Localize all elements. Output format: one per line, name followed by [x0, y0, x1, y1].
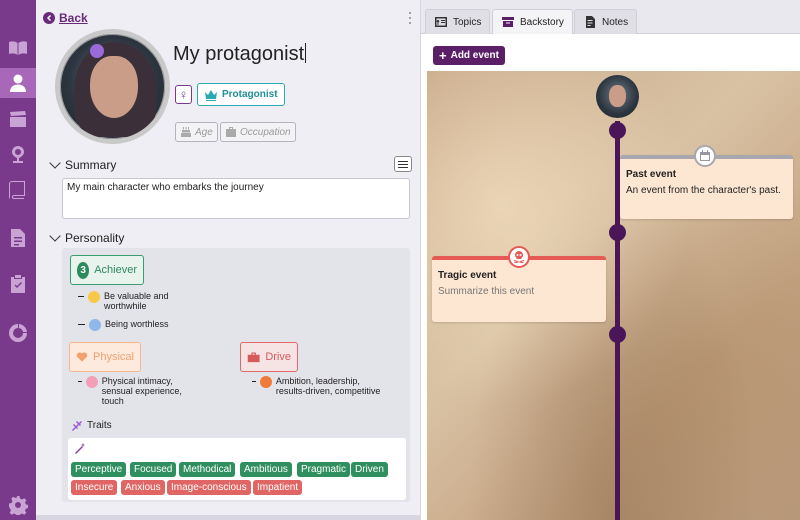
cake-icon	[181, 127, 191, 137]
tab-backstory[interactable]: Backstory	[492, 9, 573, 34]
trait-pill-negative[interactable]: Image-conscious	[167, 480, 251, 495]
character-panel: Back My protagonist ♀ Protagonist Age Oc…	[36, 0, 421, 520]
trait-pill-positive[interactable]: Focused	[130, 462, 177, 477]
relieved-face-icon	[88, 291, 100, 303]
magic-wand-icon[interactable]	[74, 443, 86, 455]
event-description: An event from the character's past.	[626, 185, 781, 196]
event-card[interactable]: Tragic event Summarize this event	[432, 246, 606, 322]
occupation-field[interactable]: Occupation	[220, 122, 296, 142]
horizontal-scrollbar[interactable]	[36, 515, 421, 520]
trait-pill-positive[interactable]: Ambitious	[240, 462, 292, 477]
note-icon	[586, 16, 595, 28]
trait-pill-positive[interactable]: Methodical	[179, 462, 236, 477]
dna-icon	[72, 421, 82, 431]
tab-topics[interactable]: Topics	[425, 9, 491, 34]
trait-pill-negative[interactable]: Impatient	[253, 480, 303, 495]
backstory-timeline: Past event An event from the character's…	[427, 71, 800, 520]
back-link[interactable]: Back	[43, 11, 88, 25]
character-name-input[interactable]: My protagonist	[173, 43, 307, 66]
chart-donut-icon[interactable]	[0, 318, 36, 348]
summary-section-toggle[interactable]: Summary	[49, 157, 116, 172]
trait-pill-positive[interactable]: Perceptive	[71, 462, 127, 477]
heart-icon	[76, 352, 88, 362]
chevron-down-icon	[49, 230, 61, 242]
briefcase-icon	[226, 127, 236, 137]
timeline-node[interactable]	[609, 224, 626, 241]
age-field[interactable]: Age	[175, 122, 218, 142]
back-label[interactable]: Back	[59, 11, 88, 25]
personality-section-toggle[interactable]: Personality	[49, 230, 124, 245]
books-icon[interactable]	[0, 175, 36, 205]
event-title: Past event	[626, 169, 677, 180]
calendar-icon	[694, 145, 716, 167]
enneagram-badge[interactable]: 3 Achiever	[70, 255, 144, 285]
motivation-badge[interactable]: Drive	[240, 342, 298, 372]
couple-kiss-icon	[85, 376, 98, 388]
character-avatar[interactable]	[55, 29, 170, 144]
motivation-desc: Ambition, leadership, results-driven, co…	[252, 376, 382, 396]
trait-pill-positive[interactable]: Pragmatic	[297, 462, 351, 477]
love-language-desc: Physical intimacy, sensual experience, t…	[78, 376, 198, 406]
enneagram-desire: Be valuable and worthwhile	[78, 291, 198, 311]
plus-icon: +	[439, 48, 447, 63]
clipboard-check-icon[interactable]	[0, 269, 36, 299]
personality-panel: 3 Achiever Be valuable and worthwhile Be…	[62, 248, 410, 502]
gender-symbol[interactable]: ♀	[175, 85, 192, 104]
summary-textarea[interactable]: My main character who embarks the journe…	[62, 178, 410, 219]
enneagram-fear: Being worthless	[78, 319, 198, 331]
trait-pill-positive[interactable]: Driven	[351, 462, 388, 477]
skull-crossbones-icon	[508, 246, 530, 268]
map-pin-icon[interactable]	[0, 140, 36, 170]
crown-icon	[205, 89, 217, 101]
role-badge[interactable]: Protagonist	[197, 83, 285, 106]
screaming-face-icon	[89, 319, 101, 331]
event-description[interactable]: Summarize this event	[438, 286, 534, 297]
book-icon[interactable]	[0, 33, 36, 63]
detail-panel: Topics Backstory Notes + Add event Past …	[421, 0, 800, 520]
document-icon[interactable]	[0, 223, 36, 253]
add-event-button[interactable]: + Add event	[433, 46, 505, 65]
user-icon[interactable]	[0, 68, 36, 98]
love-language-badge[interactable]: Physical	[69, 342, 141, 372]
archive-box-icon	[502, 17, 514, 27]
timeline-avatar	[596, 75, 639, 118]
id-card-icon	[435, 17, 447, 27]
side-rail	[0, 0, 36, 520]
trait-pill-negative[interactable]: Insecure	[71, 480, 118, 495]
briefcase-icon	[247, 352, 260, 363]
tab-bar: Topics Backstory Notes	[421, 0, 800, 34]
timeline-node[interactable]	[609, 326, 626, 343]
fire-icon	[259, 376, 272, 388]
settings-icon[interactable]	[0, 490, 36, 520]
arrow-left-icon	[43, 12, 55, 24]
traits-heading: Traits	[70, 419, 112, 432]
trait-pill-negative[interactable]: Anxious	[121, 480, 165, 495]
clapperboard-icon[interactable]	[0, 104, 36, 134]
more-options-icon[interactable]	[408, 12, 412, 24]
sliders-icon[interactable]	[394, 156, 412, 172]
traits-list: Perceptive Focused Methodical Ambitious …	[68, 438, 406, 500]
event-card[interactable]: Past event An event from the character's…	[620, 145, 793, 219]
event-title: Tragic event	[438, 270, 497, 281]
chevron-down-icon	[49, 157, 61, 169]
timeline-node[interactable]	[609, 122, 626, 139]
tab-notes[interactable]: Notes	[574, 9, 638, 34]
